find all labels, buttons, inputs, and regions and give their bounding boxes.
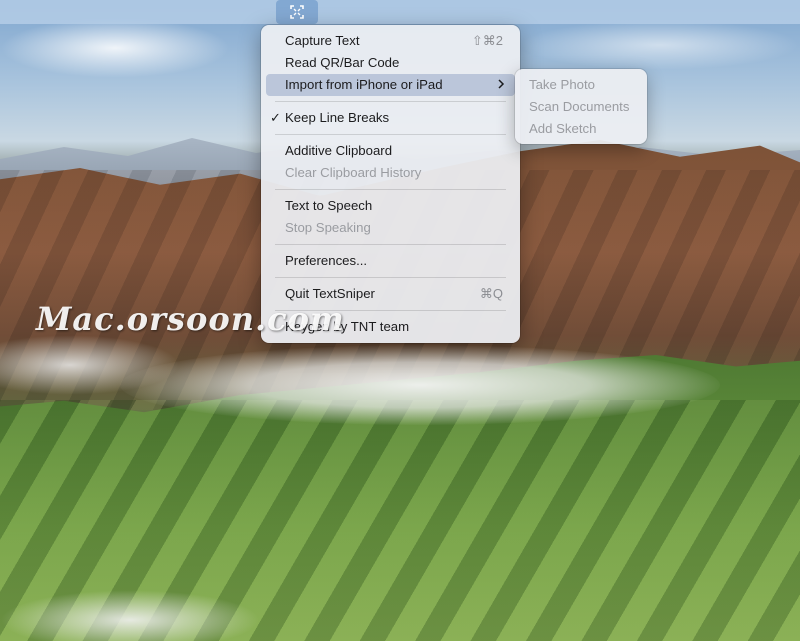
menu-item-label: Capture Text <box>285 33 360 48</box>
submenu-item-scan-documents: Scan Documents <box>520 96 642 118</box>
menu-separator <box>275 189 506 190</box>
corners-icon <box>290 5 304 19</box>
menu-item-import-from-iphone[interactable]: Import from iPhone or iPad <box>266 74 515 96</box>
submenu-item-take-photo: Take Photo <box>520 74 642 96</box>
menu-item-label: Clear Clipboard History <box>285 165 422 180</box>
chevron-right-icon <box>497 74 505 96</box>
menu-separator <box>275 244 506 245</box>
menu-item-keygen[interactable]: Keygen by TNT team <box>266 316 515 338</box>
fog <box>120 345 720 425</box>
textsniper-capture-icon[interactable] <box>276 0 318 24</box>
menu-bar <box>0 0 800 24</box>
menu-separator <box>275 310 506 311</box>
checkmark-icon: ✓ <box>270 110 281 125</box>
fog <box>0 590 260 641</box>
menu-item-label: Keep Line Breaks <box>285 110 390 125</box>
menu-item-label: Read QR/Bar Code <box>285 55 400 70</box>
menu-item-label: Add Sketch <box>529 121 597 136</box>
menu-separator <box>275 277 506 278</box>
cloud <box>520 20 800 70</box>
menu-item-stop-speaking: Stop Speaking <box>266 217 515 239</box>
menu-item-capture-text[interactable]: Capture Text ⇧⌘2 <box>266 30 515 52</box>
menu-item-read-qr-code[interactable]: Read QR/Bar Code <box>266 52 515 74</box>
menu-item-quit[interactable]: Quit TextSniper ⌘Q <box>266 283 515 305</box>
menu-item-label: Preferences... <box>285 253 368 268</box>
menu-item-text-to-speech[interactable]: Text to Speech <box>266 195 515 217</box>
menu-item-label: Keygen by TNT team <box>285 319 410 334</box>
menu-separator <box>275 101 506 102</box>
cloud <box>0 18 230 78</box>
menu-item-label: Import from iPhone or iPad <box>285 77 443 92</box>
textsniper-menu: Capture Text ⇧⌘2 Read QR/Bar Code Import… <box>261 25 520 343</box>
menu-item-label: Quit TextSniper <box>285 286 375 301</box>
menu-item-label: Scan Documents <box>529 99 630 114</box>
shortcut-label: ⇧⌘2 <box>471 33 503 48</box>
shortcut-label: ⌘Q <box>479 286 503 301</box>
menu-item-clear-clipboard-history: Clear Clipboard History <box>266 162 515 184</box>
menu-item-label: Stop Speaking <box>285 220 371 235</box>
menu-item-label: Take Photo <box>529 77 595 92</box>
menu-separator <box>275 134 506 135</box>
menu-item-additive-clipboard[interactable]: Additive Clipboard <box>266 140 515 162</box>
import-submenu: Take Photo Scan Documents Add Sketch <box>515 69 647 144</box>
menu-item-label: Additive Clipboard <box>285 143 393 158</box>
menu-item-label: Text to Speech <box>285 198 373 213</box>
menu-item-keep-line-breaks[interactable]: ✓ Keep Line Breaks <box>266 107 515 129</box>
submenu-item-add-sketch: Add Sketch <box>520 118 642 140</box>
menu-item-preferences[interactable]: Preferences... <box>266 250 515 272</box>
